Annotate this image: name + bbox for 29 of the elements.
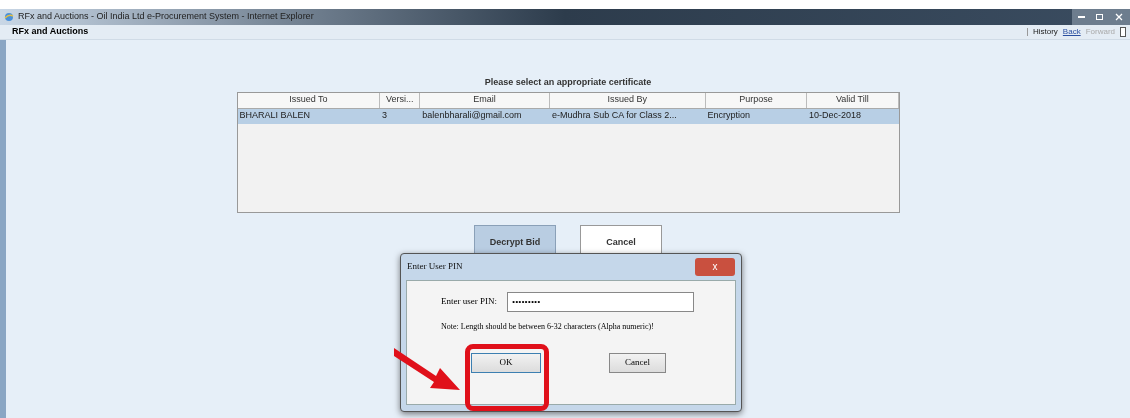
field-label: Enter user PIN: (441, 295, 497, 309)
history-menu[interactable]: History (1032, 26, 1058, 38)
ok-button[interactable]: OK (471, 353, 541, 373)
browser-icon (4, 12, 14, 22)
pin-field[interactable]: ••••••••• (507, 292, 694, 312)
table-cell-text: e-Mudhra Sub CA for Class 2... (551, 109, 678, 123)
close-button[interactable]: x (695, 258, 735, 276)
table-heading: Please select an appropriate certificate (484, 76, 652, 89)
toolbar-title: RFx and Auctions (12, 25, 89, 39)
close-button[interactable] (1108, 9, 1130, 25)
column-header[interactable]: Issued By (549, 92, 706, 108)
column-header[interactable]: Purpose (705, 92, 808, 108)
close-icon (1115, 13, 1123, 21)
column-header[interactable]: Versi... (380, 92, 420, 108)
note-text: Note: Length should be between 6-32 characters (Alpha numeric)! (441, 321, 655, 333)
minimize-button[interactable] (1072, 9, 1090, 25)
dialog-title: Enter User PIN (407, 260, 463, 274)
table-cell-text: 3 (381, 109, 389, 123)
column-header[interactable]: Valid Till (807, 92, 899, 108)
cancel-button[interactable]: Cancel (609, 353, 666, 373)
page-icon[interactable] (1120, 27, 1126, 37)
back-link[interactable]: Back (1062, 26, 1081, 38)
table-cell-text: 10-Dec-2018 (808, 109, 863, 123)
table-cell-text: Encryption (706, 109, 751, 123)
column-header[interactable]: Issued To (237, 92, 381, 108)
table-cell-text: BHARALI BALEN (238, 109, 312, 123)
column-header[interactable]: Email (420, 92, 550, 108)
table-cell-text: balenbharali@gmail.com (421, 109, 523, 123)
window-title: RFx and Auctions - Oil India Ltd e-Procurement System - Internet Explorer (18, 10, 314, 24)
